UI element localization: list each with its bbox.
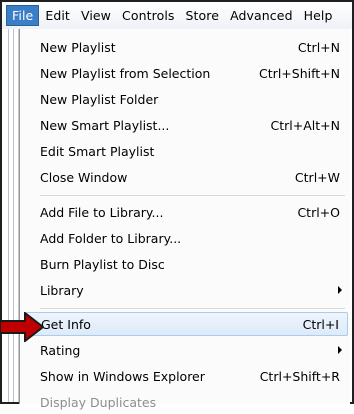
menu-item-label: Library (40, 282, 84, 298)
menu-item-label: Show in Windows Explorer (40, 368, 205, 384)
menu-item-rating[interactable]: Rating (26, 338, 348, 362)
menu-item-library[interactable]: Library (26, 278, 348, 302)
menu-item-label: Burn Playlist to Disc (40, 256, 165, 272)
menu-item-show-in-windows-explorer[interactable]: Show in Windows Explorer Ctrl+Shift+R (26, 364, 348, 388)
menu-separator (40, 195, 345, 197)
menu-item-add-folder-to-library[interactable]: Add Folder to Library... (26, 226, 348, 250)
menu-item-display-duplicates: Display Duplicates (26, 390, 348, 414)
menu-item-close-window[interactable]: Close Window Ctrl+W (26, 165, 348, 189)
red-pointer-arrow-icon (0, 312, 44, 342)
menu-separator (40, 308, 345, 310)
menu-item-label: New Playlist Folder (40, 91, 159, 107)
window-side-rail (2, 29, 19, 402)
menu-item-label: Rating (40, 342, 81, 358)
menu-item-shortcut: Ctrl+O (297, 204, 340, 220)
menu-advanced[interactable]: Advanced (225, 5, 298, 26)
menu-item-label: New Playlist from Selection (40, 65, 211, 81)
menu-item-new-playlist-folder[interactable]: New Playlist Folder (26, 87, 348, 111)
menu-item-add-file-to-library[interactable]: Add File to Library... Ctrl+O (26, 200, 348, 224)
menu-item-shortcut: Ctrl+Alt+N (270, 117, 340, 133)
menu-bar: File Edit View Controls Store Advanced H… (2, 2, 352, 29)
menu-item-label: Display Duplicates (40, 394, 157, 410)
file-menu-dropdown: New Playlist Ctrl+N New Playlist from Se… (19, 29, 350, 410)
menu-item-edit-smart-playlist[interactable]: Edit Smart Playlist (26, 139, 348, 163)
menu-file[interactable]: File (6, 5, 40, 26)
menu-view[interactable]: View (76, 5, 116, 26)
menu-item-label: Add Folder to Library... (40, 230, 182, 246)
menu-item-shortcut: Ctrl+I (302, 316, 339, 332)
menu-edit[interactable]: Edit (40, 5, 75, 26)
menu-item-shortcut: Ctrl+Shift+N (259, 65, 340, 81)
rail-divider (8, 29, 14, 402)
menu-item-shortcut: Ctrl+Shift+R (259, 368, 340, 384)
menu-item-burn-playlist-to-disc[interactable]: Burn Playlist to Disc (26, 252, 348, 276)
menu-item-label: New Smart Playlist... (40, 117, 170, 133)
menu-item-shortcut: Ctrl+N (297, 39, 340, 55)
menu-controls[interactable]: Controls (117, 5, 180, 26)
menu-item-label: Get Info (41, 316, 91, 332)
chevron-right-icon (338, 286, 342, 294)
menu-store[interactable]: Store (181, 5, 225, 26)
menu-item-label: Add File to Library... (40, 204, 164, 220)
menu-item-label: Edit Smart Playlist (40, 143, 155, 159)
menu-help[interactable]: Help (299, 5, 338, 26)
menu-item-get-info[interactable]: Get Info Ctrl+I (26, 312, 348, 336)
menu-item-new-smart-playlist[interactable]: New Smart Playlist... Ctrl+Alt+N (26, 113, 348, 137)
menu-item-shortcut: Ctrl+W (294, 169, 340, 185)
menu-item-new-playlist-from-selection[interactable]: New Playlist from Selection Ctrl+Shift+N (26, 61, 348, 85)
menu-item-label: Close Window (40, 169, 128, 185)
menu-item-new-playlist[interactable]: New Playlist Ctrl+N (26, 35, 348, 59)
menu-item-label: New Playlist (40, 39, 116, 55)
chevron-right-icon (338, 346, 342, 354)
